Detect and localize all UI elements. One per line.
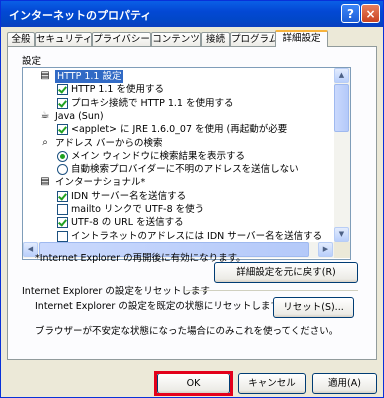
setting-label: プロキシ接続で HTTP 1.1 を使用する (71, 97, 234, 109)
apply-button[interactable]: 適用(A) (312, 373, 377, 394)
setting-radio[interactable] (57, 164, 68, 176)
setting-label: <applet> に JRE 1.6.0_07 を使用 (再起動が必要 (71, 124, 288, 136)
reset-group-label: Internet Explorer の設定をリセットします (22, 286, 210, 297)
title-bar[interactable]: インターネットのプロパティ ? × (1, 1, 383, 27)
setting-row[interactable]: <applet> に JRE 1.6.0_07 を使用 (再起動が必要 (23, 123, 334, 136)
search-icon: ⌕ (42, 136, 48, 148)
setting-label: インターナショナル* (55, 177, 146, 189)
setting-row[interactable]: ▤ HTTP 1.1 設定 (23, 70, 334, 83)
tab-connections[interactable]: 接続 (201, 32, 230, 46)
vertical-scroll-thumb[interactable] (334, 84, 349, 132)
settings-list: ▤ HTTP 1.1 設定 HTTP 1.1 を使用する プロキシ接続で HTTP 1… (23, 68, 334, 242)
setting-label: HTTP 1.1 を使用する (71, 84, 164, 96)
setting-row[interactable]: mailto リンクで UTF-8 を使う (23, 203, 334, 216)
setting-row[interactable]: イントラネットのアドレスには IDN サーバー名を送信する (23, 230, 334, 242)
group-divider (186, 290, 358, 291)
reset-description: Internet Explorer の設定を既定の状態にリセットします。 (35, 301, 289, 312)
settings-label: 設定 (22, 56, 42, 67)
setting-row[interactable]: ⌕ アドレス バーからの検索 (23, 137, 334, 150)
setting-row[interactable]: UTF-8 の URL を送信する (23, 216, 334, 229)
scroll-right-icon[interactable]: ▶ (318, 242, 333, 257)
setting-row[interactable]: IDN サーバー名を送信する (23, 190, 334, 203)
tab-general[interactable]: 全般 (7, 32, 35, 46)
setting-checkbox[interactable] (57, 204, 68, 215)
reset-button[interactable]: リセット(S)... (273, 297, 354, 318)
setting-label: Java (Sun) (55, 110, 104, 122)
tab-advanced[interactable]: 詳細設定 (275, 30, 328, 47)
setting-label: UTF-8 の URL を送信する (71, 217, 184, 229)
setting-radio[interactable] (57, 150, 68, 162)
setting-label: メイン ウィンドウに検索結果を表示する (71, 150, 246, 162)
java-icon: ☕ (40, 109, 50, 121)
setting-row[interactable]: プロキシ接続で HTTP 1.1 を使用する (23, 97, 334, 110)
scroll-down-icon[interactable]: ▼ (334, 227, 349, 242)
setting-label: HTTP 1.1 設定 (55, 70, 124, 83)
setting-row[interactable]: ☕ Java (Sun) (23, 110, 334, 123)
reset-hint: ブラウザーが不安定な状態になった場合にのみこれを使ってください。 (35, 326, 339, 337)
setting-label: IDN サーバー名を送信する (71, 190, 187, 202)
tab-security[interactable]: セキュリティ (35, 32, 92, 46)
setting-checkbox[interactable] (57, 84, 68, 96)
ok-highlight-box (154, 371, 233, 396)
close-icon[interactable]: × (361, 4, 380, 23)
cancel-button[interactable]: キャンセル (238, 373, 306, 394)
restore-advanced-button[interactable]: 詳細設定を元に戻す(R) (214, 262, 358, 283)
settings-listbox[interactable]: ▤ HTTP 1.1 設定 HTTP 1.1 を使用する プロキシ接続で HTTP 1… (22, 67, 351, 260)
setting-checkbox[interactable] (57, 230, 68, 242)
setting-label: 自動検索プロバイダーに不明のアドレスを送信しない (71, 164, 299, 176)
window-title: インターネットのプロパティ (9, 9, 152, 22)
setting-checkbox[interactable] (57, 190, 68, 202)
tab-programs[interactable]: プログラム (230, 32, 278, 46)
setting-checkbox[interactable] (57, 97, 68, 109)
setting-row[interactable]: HTTP 1.1 を使用する (23, 83, 334, 96)
scrollbar-corner (334, 242, 350, 258)
page-icon: ▤ (40, 70, 50, 81)
setting-label: イントラネットのアドレスには IDN サーバー名を送信する (71, 230, 323, 242)
setting-row[interactable]: ▤ インターナショナル* (23, 176, 334, 189)
dialog-window: インターネットのプロパティ ? × 全般 セキュリティ プライバシー コンテンツ… (0, 0, 384, 398)
vertical-scrollbar[interactable]: ▲ ▼ (334, 68, 350, 242)
setting-row[interactable]: 自動検索プロバイダーに不明のアドレスを送信しない (23, 163, 334, 176)
scroll-up-icon[interactable]: ▲ (334, 68, 349, 83)
tab-content[interactable]: コンテンツ (151, 32, 201, 46)
setting-label: アドレス バーからの検索 (55, 137, 163, 149)
page-icon: ▤ (40, 176, 50, 188)
tab-privacy[interactable]: プライバシー (92, 32, 151, 46)
setting-label: mailto リンクで UTF-8 を使う (71, 204, 205, 215)
setting-row[interactable]: メイン ウィンドウに検索結果を表示する (23, 150, 334, 163)
help-icon[interactable]: ? (341, 4, 360, 23)
setting-checkbox[interactable] (57, 124, 68, 136)
setting-checkbox[interactable] (57, 217, 68, 229)
